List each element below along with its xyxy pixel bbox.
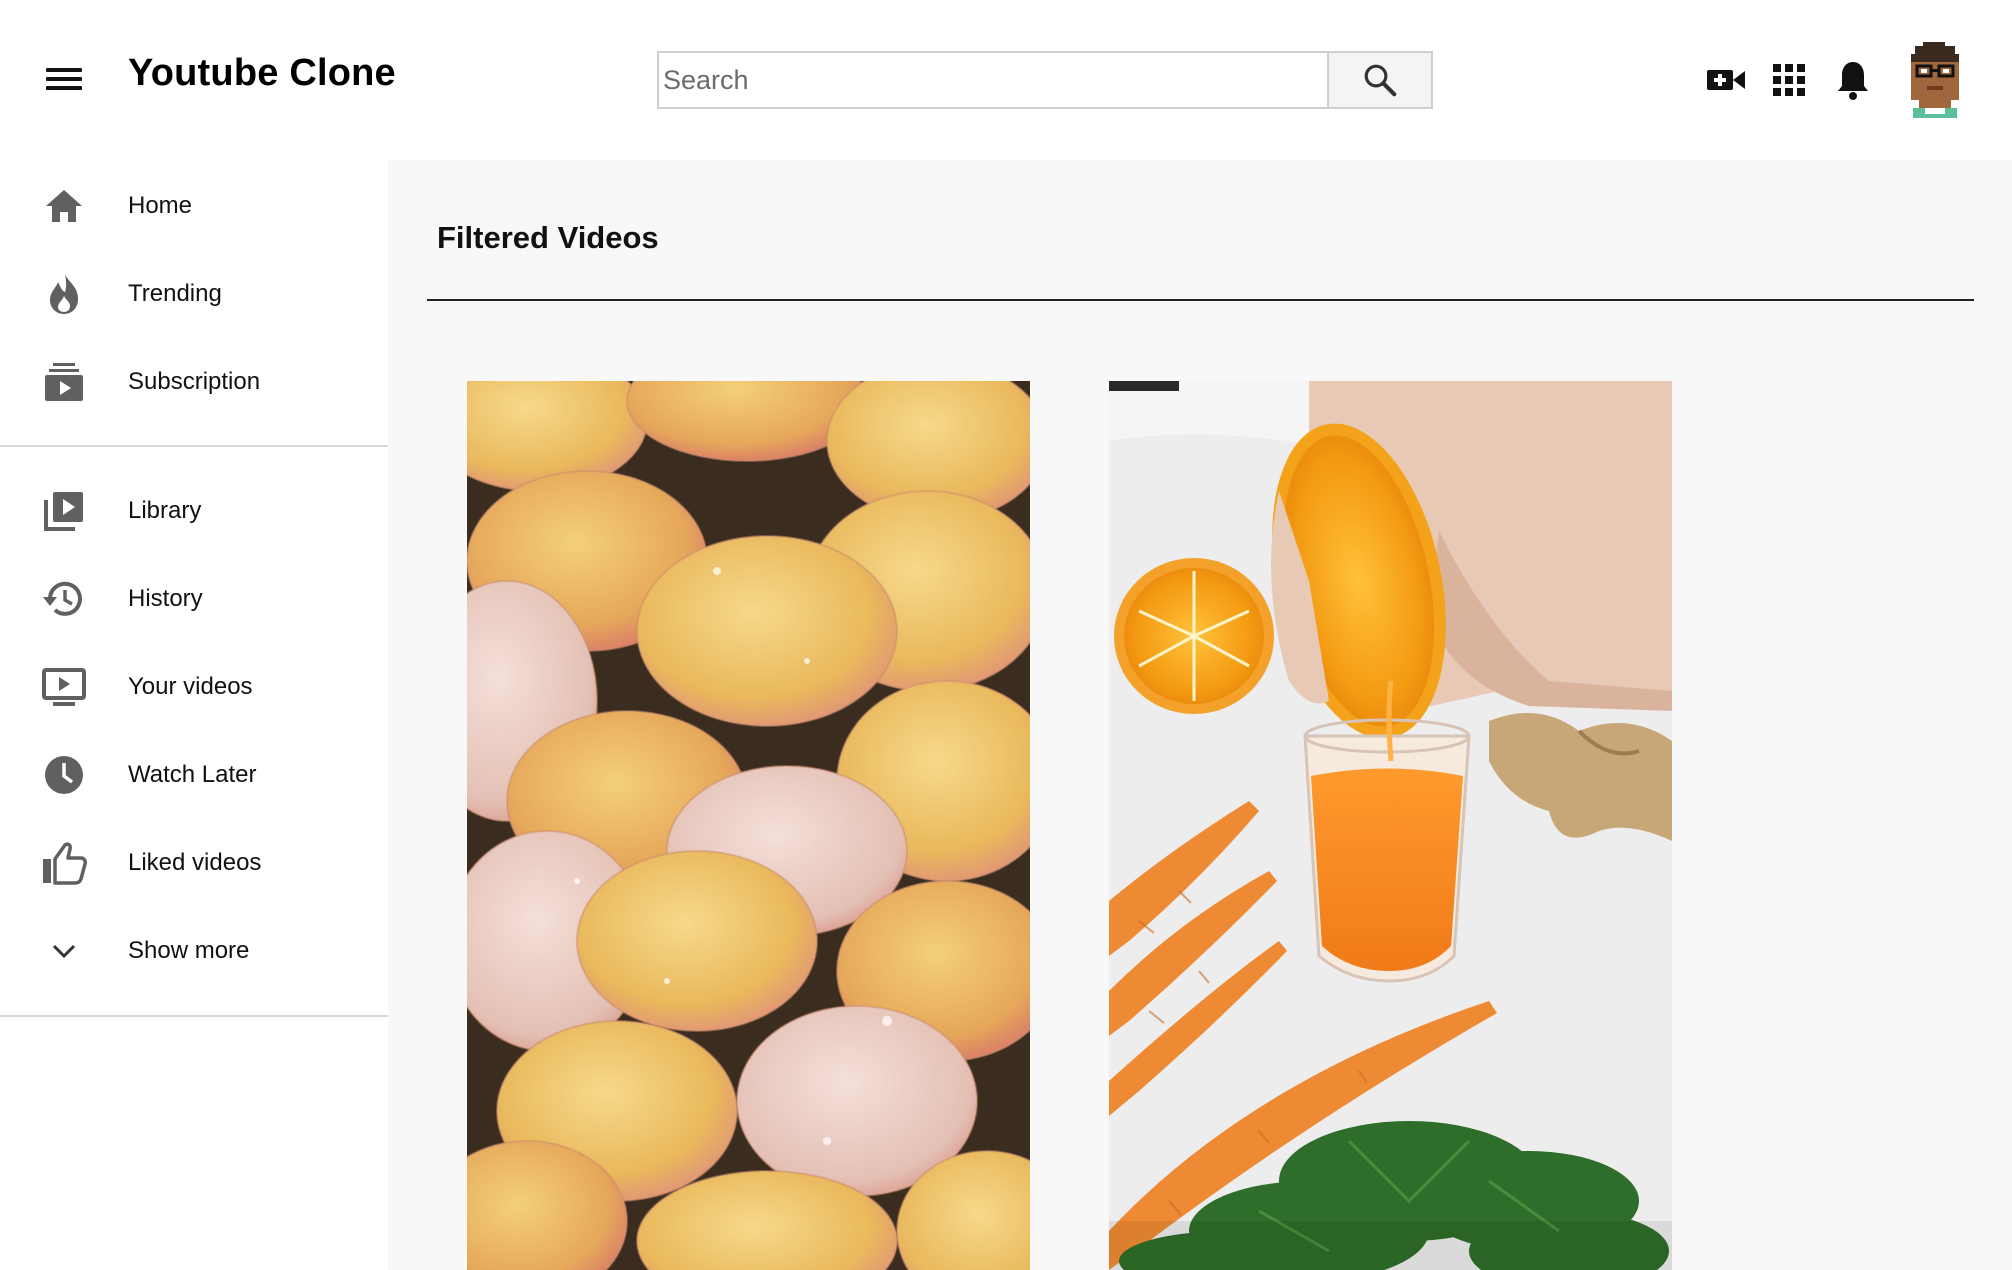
apps-grid-icon[interactable] (1767, 58, 1811, 102)
sidebar-item-trending[interactable]: Trending (0, 258, 388, 330)
sidebar-item-label: Trending (128, 280, 222, 307)
hamburger-menu-icon[interactable] (42, 62, 86, 96)
search-button[interactable] (1327, 53, 1431, 107)
your-videos-icon (40, 665, 88, 709)
sidebar-divider (0, 1015, 388, 1017)
sidebar-item-label: Your videos (128, 673, 253, 700)
section-title: Filtered Videos (437, 220, 659, 255)
orange-carrot-juice-thumbnail (1109, 381, 1672, 1270)
sidebar-item-watch-later[interactable]: Watch Later (0, 739, 388, 811)
sidebar-item-label: History (128, 585, 203, 612)
video-card-2[interactable] (1109, 381, 1672, 1270)
top-header: Youtube Clone (0, 0, 2012, 160)
app-title: Youtube Clone (128, 52, 396, 94)
create-video-icon[interactable] (1704, 58, 1748, 102)
sidebar-item-label: Subscription (128, 368, 261, 395)
sidebar-item-history[interactable]: History (0, 563, 388, 635)
sidebar-item-library[interactable]: Library (0, 475, 388, 547)
chevron-down-icon (40, 929, 88, 973)
sidebar-item-label: Home (128, 192, 193, 219)
section-divider (427, 299, 1974, 301)
rose-petals-thumbnail (467, 381, 1030, 1270)
sidebar-item-label: Library (128, 497, 202, 524)
avatar[interactable] (1901, 38, 1969, 122)
watch-later-clock-icon (40, 753, 88, 797)
sidebar-item-label: Liked videos (128, 849, 262, 876)
subscriptions-icon (40, 360, 88, 404)
sidebar-item-subscription[interactable]: Subscription (0, 346, 388, 418)
home-icon (40, 184, 88, 228)
notifications-bell-icon[interactable] (1831, 58, 1875, 102)
sidebar-item-label: Show more (128, 937, 250, 964)
video-card-1[interactable] (467, 381, 1030, 1270)
search-icon (1364, 64, 1397, 97)
thumbs-up-icon (40, 841, 88, 885)
sidebar-item-label: Watch Later (128, 761, 257, 788)
main-content: Filtered Videos (388, 160, 2012, 1270)
sidebar-item-your-videos[interactable]: Your videos (0, 651, 388, 723)
sidebar-item-home[interactable]: Home (0, 170, 388, 242)
sidebar-item-show-more[interactable]: Show more (0, 915, 388, 987)
sidebar: Home Trending Subscription Library Histo… (0, 160, 388, 1270)
search-input[interactable] (659, 53, 1327, 107)
sidebar-divider (0, 445, 388, 447)
library-icon (40, 489, 88, 533)
sidebar-item-liked-videos[interactable]: Liked videos (0, 827, 388, 899)
search-bar (657, 51, 1433, 109)
history-icon (40, 577, 88, 621)
trending-flame-icon (40, 272, 88, 316)
